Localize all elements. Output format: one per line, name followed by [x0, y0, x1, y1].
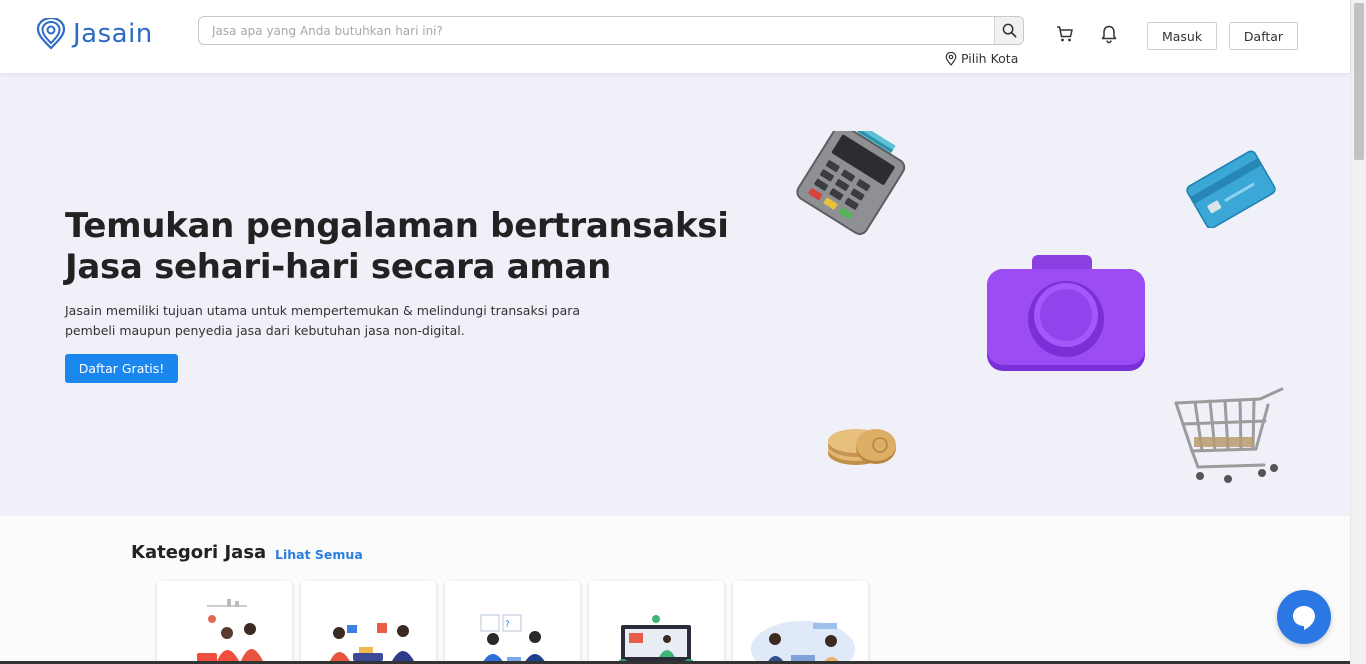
category-title: Kategori Jasa — [131, 542, 267, 563]
logo-text: Jasain — [73, 19, 153, 49]
bell-icon[interactable] — [1099, 24, 1119, 44]
search-input[interactable] — [199, 17, 994, 44]
category-illustration-3: ? — [480, 614, 547, 664]
category-card[interactable] — [157, 581, 292, 664]
city-label: Pilih Kota — [961, 51, 1019, 66]
search-bar — [198, 16, 1024, 45]
category-card[interactable] — [301, 581, 436, 664]
see-all-link[interactable]: Lihat Semua — [275, 547, 363, 562]
search-button[interactable] — [994, 17, 1023, 44]
svg-text:?: ? — [505, 620, 510, 630]
login-button[interactable]: Masuk — [1147, 22, 1217, 50]
category-card[interactable]: ? — [445, 581, 580, 664]
hero-title: Temukan pengalaman bertransaksi Jasa seh… — [65, 206, 729, 287]
city-selector[interactable]: Pilih Kota — [945, 51, 1018, 66]
register-free-button[interactable]: Daftar Gratis! — [65, 354, 178, 383]
card-terminal-illustration — [796, 131, 906, 235]
chat-button[interactable] — [1277, 590, 1331, 644]
category-card[interactable] — [733, 581, 868, 664]
scrollbar-thumb[interactable] — [1354, 3, 1364, 160]
search-icon — [1002, 23, 1016, 38]
chat-bubble-icon — [1293, 606, 1315, 630]
category-illustration-1 — [197, 599, 263, 663]
coins-illustration — [828, 429, 896, 465]
category-illustration-5 — [751, 621, 855, 664]
category-card[interactable] — [589, 581, 724, 664]
category-section: Kategori Jasa Lihat Semua ? — [0, 516, 1350, 664]
cart-icon[interactable] — [1055, 24, 1075, 44]
hero-description: Jasain memiliki tujuan utama untuk mempe… — [65, 303, 581, 338]
top-header: Jasain Pilih Kota Masuk Daftar — [0, 0, 1350, 73]
shopping-cart-illustration — [1174, 387, 1284, 483]
page-scrollbar[interactable] — [1350, 0, 1366, 664]
location-pin-icon — [945, 51, 957, 66]
hero-banner: Temukan pengalaman bertransaksi Jasa seh… — [0, 73, 1350, 516]
credit-card-illustration — [1186, 150, 1276, 228]
register-button[interactable]: Daftar — [1229, 22, 1298, 50]
logo-pin-icon — [36, 18, 66, 50]
camera-illustration — [987, 255, 1145, 371]
category-illustration-2 — [329, 623, 415, 663]
logo[interactable]: Jasain — [35, 18, 153, 50]
category-illustration-4 — [617, 615, 695, 664]
